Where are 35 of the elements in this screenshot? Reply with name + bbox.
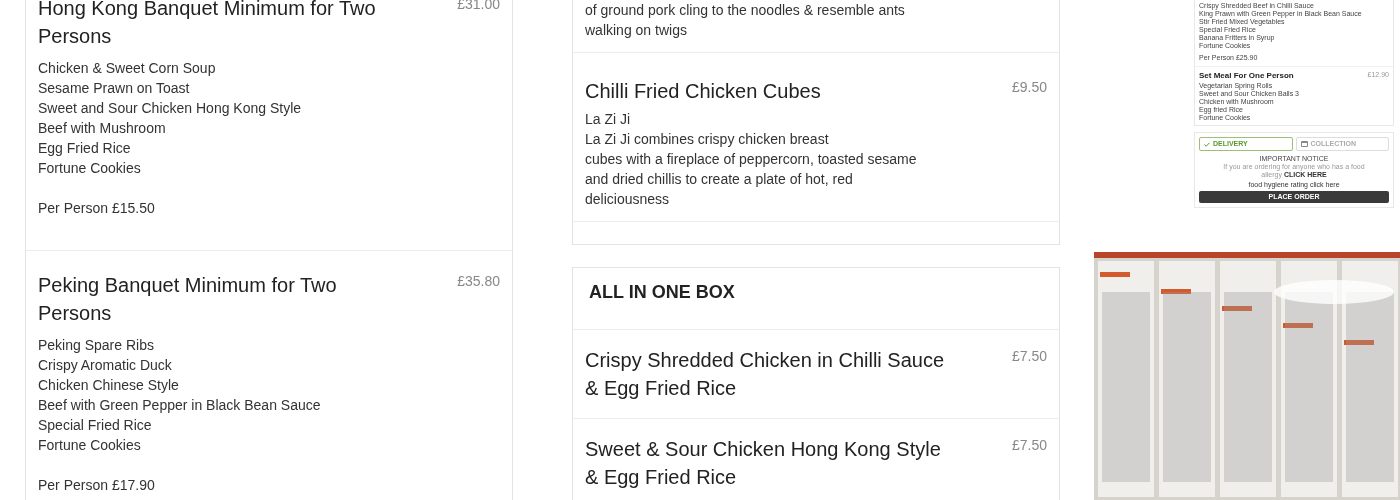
description-line: Sesame Prawn on Toast	[38, 79, 191, 98]
description-line: Fortune Cookies	[38, 159, 142, 178]
dish-title: Peking Banquet Minimum for Two Persons	[38, 273, 338, 326]
dish-title: Sweet & Sour Chicken Hong Kong Style & Egg Fried Rice	[585, 437, 942, 490]
description-line: walking on twigs	[585, 21, 688, 40]
description-line: and dried chillis to create a plate of hot, red	[585, 170, 854, 189]
per-person-price: Per Person £15.50	[38, 199, 156, 218]
description-line: Beef with Green Pepper in Black Bean Sauce	[38, 396, 322, 415]
price: £31.00	[457, 0, 500, 14]
description-line: Peking Spare Ribs	[38, 336, 155, 355]
per-person-price: Per Person £17.90	[38, 476, 156, 495]
description-line: La Zi Ji combines crispy chicken breast	[585, 130, 830, 149]
calendar-icon	[1300, 141, 1308, 147]
dish-title: Chilli Fried Chicken Cubes	[585, 79, 822, 104]
description-line: Fortune Cookies	[38, 436, 142, 455]
price: £7.50	[1011, 436, 1047, 455]
dish-title: Hong Kong Banquet Minimum for Two Persons	[38, 0, 377, 49]
description-line: Special Fried Rice	[38, 416, 153, 435]
description-line: of ground pork cling to the noodles & resemble ants	[585, 1, 906, 20]
description-line: Chicken Chinese Style	[38, 376, 180, 395]
section-title: ALL IN ONE BOX	[589, 282, 735, 302]
description-line: cubes with a fireplace of peppercorn, toasted sesame	[585, 150, 918, 169]
dish-title: Crispy Shredded Chicken in Chilli Sauce & Egg Fried Rice	[585, 348, 946, 401]
description-line: Crispy Aromatic Duck	[38, 356, 173, 375]
description-line: Beef with Mushroom	[38, 119, 167, 138]
description-line: Chicken & Sweet Corn Soup	[38, 59, 217, 78]
description-line: Sweet and Sour Chicken Hong Kong Style	[38, 99, 303, 118]
price: £7.50	[1011, 347, 1047, 366]
description-line: La Zi Ji	[585, 110, 632, 129]
price: £9.50	[1011, 78, 1047, 97]
description-line: deliciousness	[585, 190, 671, 209]
dish-title: Set Meal For One Person	[1199, 71, 1295, 81]
price: £35.80	[457, 272, 500, 291]
check-icon	[1204, 141, 1210, 147]
description-line: Egg Fried Rice	[38, 139, 132, 158]
